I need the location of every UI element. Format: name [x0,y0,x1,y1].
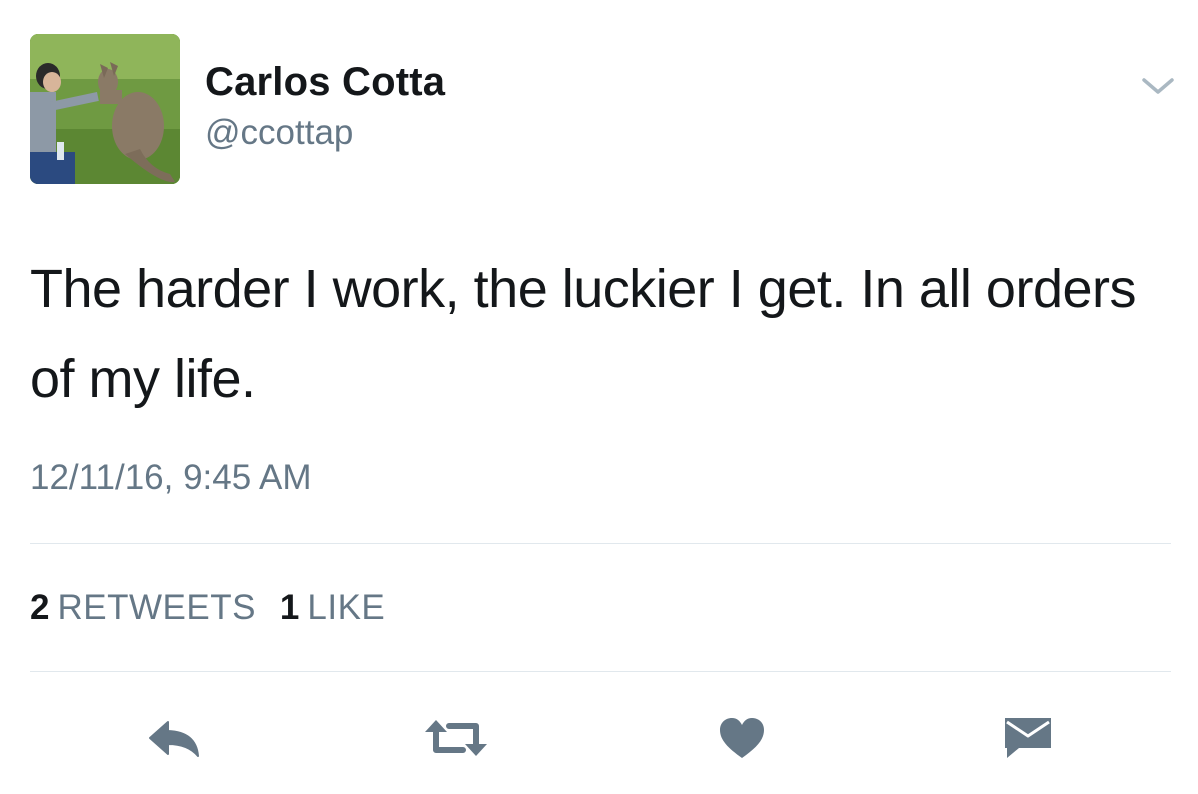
direct-message-button[interactable] [996,708,1060,768]
divider [30,671,1171,672]
like-label: LIKE [307,588,386,627]
chevron-down-icon[interactable] [1140,74,1176,98]
tweet-stats: 2 RETWEETS 1 LIKE [30,588,385,628]
author-handle[interactable]: @ccottap [205,113,353,153]
tweet-text: The harder I work, the luckier I get. In… [30,259,1137,409]
envelope-icon [1001,714,1055,762]
reply-icon [146,718,202,758]
like-count: 1 [279,588,300,627]
heart-icon [718,716,766,760]
reply-button[interactable] [142,708,206,768]
tweet-timestamp: 12/11/16, 9:45 AM [30,458,312,497]
retweet-label: RETWEETS [57,588,256,627]
retweet-icon [423,716,489,760]
avatar-image [30,34,180,184]
divider [30,543,1171,544]
like-button[interactable] [710,708,774,768]
retweet-button[interactable] [424,708,488,768]
retweets-stat[interactable]: 2 RETWEETS [30,588,256,628]
author-name[interactable]: Carlos Cotta [205,60,445,105]
retweet-count: 2 [30,588,50,627]
avatar[interactable] [30,34,180,184]
likes-stat[interactable]: 1 LIKE [280,588,385,628]
